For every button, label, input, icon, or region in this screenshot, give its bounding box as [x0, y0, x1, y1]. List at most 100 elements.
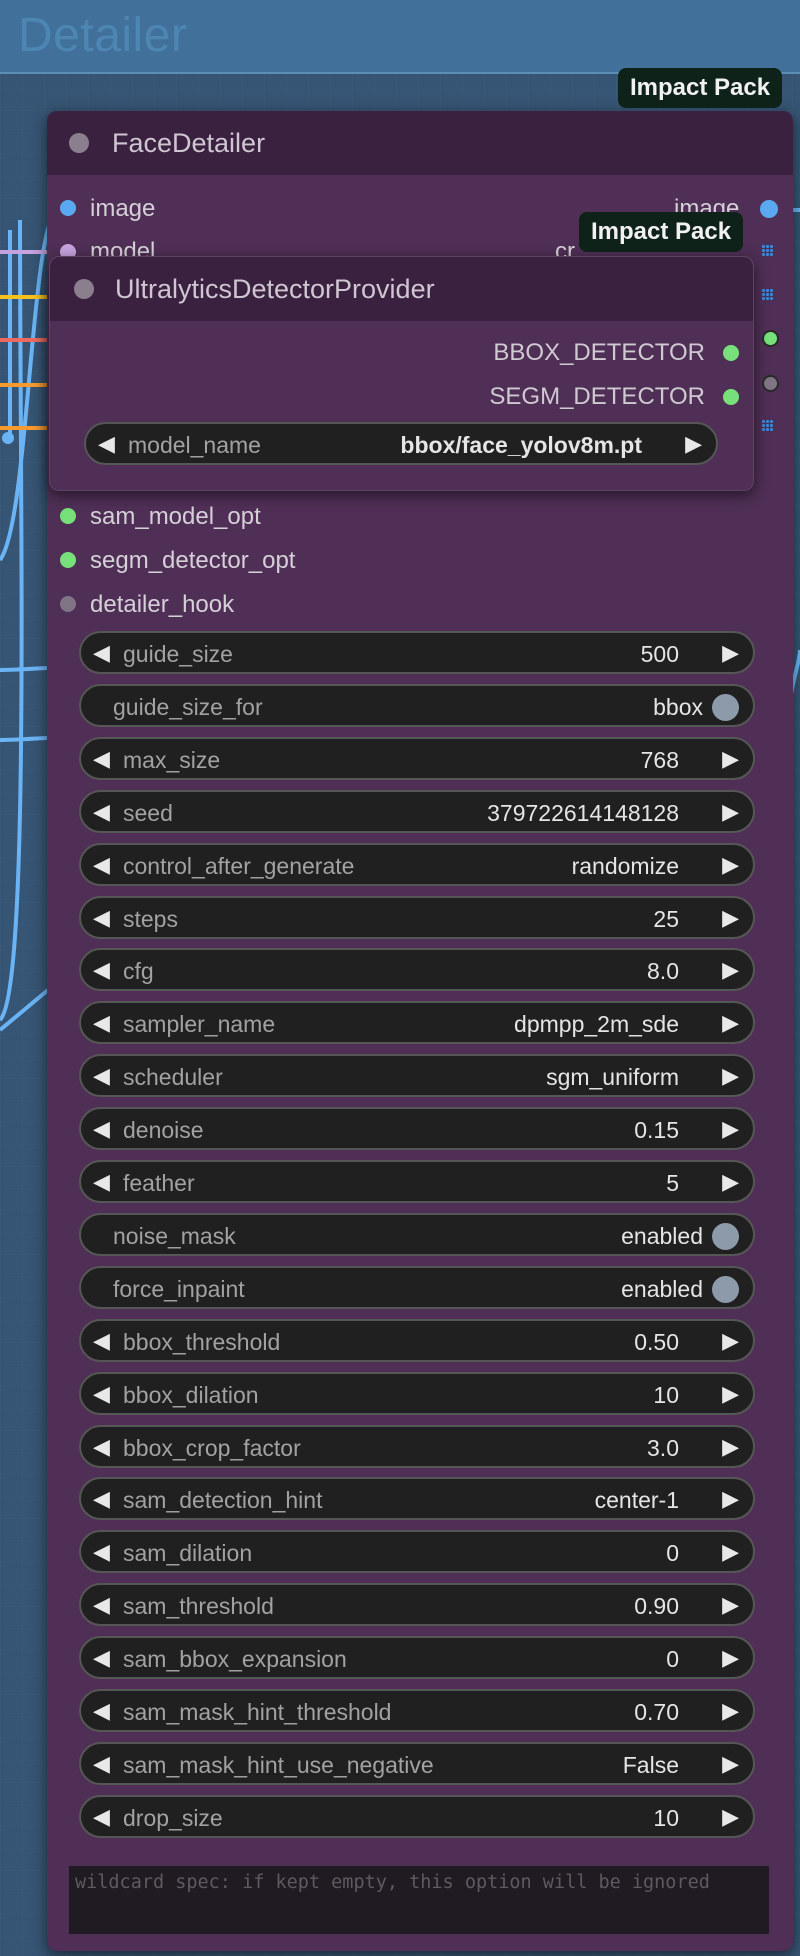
- widget-cfg[interactable]: ◀ cfg 8.0 ▶: [79, 948, 755, 991]
- decrement-arrow-icon[interactable]: ◀: [93, 1381, 110, 1407]
- widget-control-after-generate[interactable]: ◀ control_after_generate randomize ▶: [79, 843, 755, 886]
- widget-guide-size[interactable]: ◀ guide_size 500 ▶: [79, 631, 755, 674]
- list-output-icon[interactable]: [762, 245, 773, 256]
- sam-model-opt-dot[interactable]: [60, 508, 76, 524]
- widget-sam-bbox-expansion[interactable]: ◀ sam_bbox_expansion 0 ▶: [79, 1636, 755, 1679]
- decrement-arrow-icon[interactable]: ◀: [98, 431, 115, 457]
- image-input-dot[interactable]: [60, 200, 76, 216]
- widget-bbox-threshold[interactable]: ◀ bbox_threshold 0.50 ▶: [79, 1319, 755, 1362]
- segm-detector-opt-dot[interactable]: [60, 552, 76, 568]
- increment-arrow-icon[interactable]: ▶: [722, 852, 739, 878]
- decrement-arrow-icon[interactable]: ◀: [93, 640, 110, 666]
- increment-arrow-icon[interactable]: ▶: [722, 1592, 739, 1618]
- sam-mask-hint-use-negative-label: sam_mask_hint_use_negative: [123, 1752, 434, 1778]
- collapse-dot[interactable]: [74, 279, 94, 299]
- increment-arrow-icon[interactable]: ▶: [722, 799, 739, 825]
- decrement-arrow-icon[interactable]: ◀: [93, 1592, 110, 1618]
- widget-scheduler[interactable]: ◀ scheduler sgm_uniform ▶: [79, 1054, 755, 1097]
- guide-size-value: 500: [640, 641, 679, 667]
- widget-sam-detection-hint[interactable]: ◀ sam_detection_hint center-1 ▶: [79, 1477, 755, 1520]
- widget-steps[interactable]: ◀ steps 25 ▶: [79, 896, 755, 939]
- decrement-arrow-icon[interactable]: ◀: [93, 746, 110, 772]
- increment-arrow-icon[interactable]: ▶: [722, 746, 739, 772]
- widget-sam-mask-hint-use-negative[interactable]: ◀ sam_mask_hint_use_negative False ▶: [79, 1742, 755, 1785]
- increment-arrow-icon[interactable]: ▶: [722, 957, 739, 983]
- toggle-knob-icon[interactable]: [712, 694, 739, 721]
- ultralytics-title-bar[interactable]: UltralyticsDetectorProvider: [50, 257, 753, 321]
- guide-size-label: guide_size: [123, 641, 233, 667]
- increment-arrow-icon[interactable]: ▶: [722, 1434, 739, 1460]
- increment-arrow-icon[interactable]: ▶: [722, 1804, 739, 1830]
- cfg-label: cfg: [123, 958, 154, 984]
- widget-max-size[interactable]: ◀ max_size 768 ▶: [79, 737, 755, 780]
- wildcard-textarea[interactable]: wildcard spec: if kept empty, this optio…: [69, 1866, 769, 1934]
- increment-arrow-icon[interactable]: ▶: [722, 1381, 739, 1407]
- sam-threshold-label: sam_threshold: [123, 1593, 274, 1619]
- model-name-combo[interactable]: ◀ model_name bbox/face_yolov8m.pt ▶: [84, 422, 718, 465]
- increment-arrow-icon[interactable]: ▶: [722, 1486, 739, 1512]
- decrement-arrow-icon[interactable]: ◀: [93, 1486, 110, 1512]
- increment-arrow-icon[interactable]: ▶: [722, 1698, 739, 1724]
- increment-arrow-icon[interactable]: ▶: [722, 905, 739, 931]
- widget-feather[interactable]: ◀ feather 5 ▶: [79, 1160, 755, 1203]
- increment-arrow-icon[interactable]: ▶: [722, 1063, 739, 1089]
- widget-sam-dilation[interactable]: ◀ sam_dilation 0 ▶: [79, 1530, 755, 1573]
- decrement-arrow-icon[interactable]: ◀: [93, 1645, 110, 1671]
- toggle-knob-icon[interactable]: [712, 1223, 739, 1250]
- output-dot-gray[interactable]: [762, 375, 779, 392]
- widget-noise-mask[interactable]: noise_mask enabled: [79, 1213, 755, 1256]
- increment-arrow-icon[interactable]: ▶: [722, 1169, 739, 1195]
- decrement-arrow-icon[interactable]: ◀: [93, 1010, 110, 1036]
- decrement-arrow-icon[interactable]: ◀: [93, 1751, 110, 1777]
- decrement-arrow-icon[interactable]: ◀: [93, 1169, 110, 1195]
- bbox-dilation-value: 10: [653, 1382, 679, 1408]
- group-header[interactable]: Detailer: [0, 0, 800, 74]
- widget-seed[interactable]: ◀ seed 379722614148128 ▶: [79, 790, 755, 833]
- guide-size-for-value: bbox: [653, 694, 703, 720]
- widget-force-inpaint[interactable]: force_inpaint enabled: [79, 1266, 755, 1309]
- noise-mask-value: enabled: [621, 1223, 703, 1249]
- increment-arrow-icon[interactable]: ▶: [722, 1645, 739, 1671]
- increment-arrow-icon[interactable]: ▶: [722, 1328, 739, 1354]
- decrement-arrow-icon[interactable]: ◀: [93, 1063, 110, 1089]
- decrement-arrow-icon[interactable]: ◀: [93, 1328, 110, 1354]
- decrement-arrow-icon[interactable]: ◀: [93, 1434, 110, 1460]
- decrement-arrow-icon[interactable]: ◀: [93, 1698, 110, 1724]
- segm-detector-output-dot[interactable]: [723, 389, 739, 405]
- decrement-arrow-icon[interactable]: ◀: [93, 905, 110, 931]
- widget-guide-size-for[interactable]: guide_size_for bbox: [79, 684, 755, 727]
- detailer-hook-dot[interactable]: [60, 596, 76, 612]
- detailer-hook-label: detailer_hook: [90, 591, 235, 618]
- decrement-arrow-icon[interactable]: ◀: [93, 1539, 110, 1565]
- collapse-dot[interactable]: [69, 133, 89, 153]
- increment-arrow-icon[interactable]: ▶: [685, 431, 702, 457]
- increment-arrow-icon[interactable]: ▶: [722, 1116, 739, 1142]
- increment-arrow-icon[interactable]: ▶: [722, 1539, 739, 1565]
- sam-dilation-value: 0: [666, 1540, 679, 1566]
- list-output-icon[interactable]: [762, 289, 773, 300]
- list-output-icon[interactable]: [762, 420, 773, 431]
- image-output-dot[interactable]: [760, 200, 778, 218]
- decrement-arrow-icon[interactable]: ◀: [93, 1116, 110, 1142]
- face-detailer-title-bar[interactable]: FaceDetailer: [47, 111, 793, 175]
- ultralytics-badge: Impact Pack: [579, 212, 744, 252]
- toggle-knob-icon[interactable]: [712, 1276, 739, 1303]
- widget-bbox-dilation[interactable]: ◀ bbox_dilation 10 ▶: [79, 1372, 755, 1415]
- widget-sam-threshold[interactable]: ◀ sam_threshold 0.90 ▶: [79, 1583, 755, 1626]
- widget-drop-size[interactable]: ◀ drop_size 10 ▶: [79, 1795, 755, 1838]
- decrement-arrow-icon[interactable]: ◀: [93, 799, 110, 825]
- widget-denoise[interactable]: ◀ denoise 0.15 ▶: [79, 1107, 755, 1150]
- ultralytics-node[interactable]: UltralyticsDetectorProvider BBOX_DETECTO…: [49, 256, 754, 491]
- decrement-arrow-icon[interactable]: ◀: [93, 957, 110, 983]
- widget-sam-mask-hint-threshold[interactable]: ◀ sam_mask_hint_threshold 0.70 ▶: [79, 1689, 755, 1732]
- sam-mask-hint-threshold-label: sam_mask_hint_threshold: [123, 1699, 392, 1725]
- output-dot-green[interactable]: [762, 330, 779, 347]
- decrement-arrow-icon[interactable]: ◀: [93, 1804, 110, 1830]
- widget-sampler-name[interactable]: ◀ sampler_name dpmpp_2m_sde ▶: [79, 1001, 755, 1044]
- bbox-detector-output-dot[interactable]: [723, 345, 739, 361]
- increment-arrow-icon[interactable]: ▶: [722, 1751, 739, 1777]
- decrement-arrow-icon[interactable]: ◀: [93, 852, 110, 878]
- increment-arrow-icon[interactable]: ▶: [722, 640, 739, 666]
- increment-arrow-icon[interactable]: ▶: [722, 1010, 739, 1036]
- widget-bbox-crop-factor[interactable]: ◀ bbox_crop_factor 3.0 ▶: [79, 1425, 755, 1468]
